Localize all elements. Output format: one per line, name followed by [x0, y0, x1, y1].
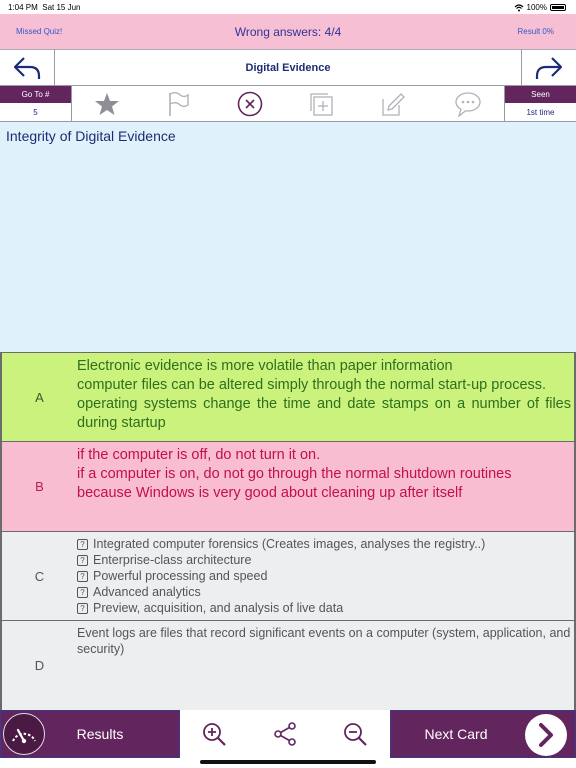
answer-letter: B — [35, 479, 44, 494]
answer-line: ? Enterprise-class architecture — [77, 552, 571, 568]
chevron-right-icon — [525, 714, 567, 756]
answer-line: if the computer is off, do not turn it o… — [77, 447, 321, 463]
answer-letter: A — [35, 390, 44, 405]
answer-line: because Windows is very good about clean… — [77, 485, 463, 501]
answer-line: operating systems change the time and da… — [77, 396, 571, 431]
star-icon[interactable] — [93, 90, 121, 118]
back-arrow-icon — [13, 57, 41, 79]
status-bar: 1:04 PM Sat 15 Jun 100% — [0, 0, 576, 14]
unknown-glyph-icon: ? — [77, 602, 88, 614]
edit-icon[interactable] — [379, 90, 407, 118]
flag-icon[interactable] — [164, 90, 192, 118]
quiz-header: Missed Quiz! Wrong answers: 4/4 Result 0… — [0, 14, 576, 50]
seen-value: 1st time — [526, 108, 555, 117]
status-right: 100% — [514, 3, 566, 12]
nav-row: Digital Evidence — [0, 50, 576, 86]
answer-line: ? Preview, acquisition, and analysis of l… — [77, 600, 571, 616]
unknown-glyph-icon: ? — [77, 538, 88, 550]
wrong-answers-count: Wrong answers: 4/4 — [234, 25, 342, 39]
question-panel: Integrity of Digital Evidence — [0, 122, 576, 352]
answer-a[interactable]: A Electronic evidence is more volatile t… — [0, 352, 576, 442]
answer-body: ? Integrated computer forensics (Creates … — [77, 536, 571, 619]
goto-label: Go To # — [0, 86, 71, 103]
seen-label: Seen — [505, 86, 576, 103]
page-title: Digital Evidence — [245, 62, 331, 74]
unknown-glyph-icon: ? — [77, 570, 88, 582]
answer-letter: D — [34, 658, 45, 673]
bottom-toolbar: Results Next Card — [0, 710, 576, 758]
goto-box[interactable]: Go To # 5 — [0, 86, 72, 122]
answer-c[interactable]: C ? Integrated computer forensics (Create… — [0, 531, 576, 621]
answer-line: ? Integrated computer forensics (Creates … — [77, 536, 571, 552]
unknown-glyph-icon: ? — [77, 554, 88, 566]
status-time: 1:04 PM Sat 15 Jun — [8, 3, 81, 12]
add-card-icon[interactable] — [307, 90, 335, 118]
forward-arrow-icon — [535, 57, 563, 79]
next-card-label: Next Card — [424, 726, 488, 742]
result-link[interactable]: Result 0% — [518, 27, 554, 36]
answer-body: Event logs are files that record signifi… — [77, 625, 571, 708]
results-button[interactable]: Results — [0, 710, 180, 758]
answer-d[interactable]: D Event logs are files that record signi… — [0, 620, 576, 712]
answer-line: computer files can be altered simply thr… — [77, 377, 547, 393]
answer-body: if the computer is off, do not turn it o… — [77, 446, 571, 529]
answer-line: if a computer is on, do not go through t… — [77, 466, 512, 482]
results-label: Results — [76, 726, 124, 742]
answer-line: ? Advanced analytics — [77, 584, 571, 600]
forward-button[interactable] — [521, 50, 576, 86]
battery-icon — [550, 4, 566, 11]
zoom-in-icon[interactable] — [200, 720, 228, 748]
comment-icon[interactable] — [454, 90, 482, 118]
battery-percent: 100% — [526, 3, 547, 12]
wifi-icon — [514, 3, 523, 11]
answer-line: Event logs are files that record signifi… — [77, 626, 571, 656]
tool-row: Go To # 5 Seen 1st time — [0, 86, 576, 122]
share-icon[interactable] — [271, 720, 299, 748]
home-indicator[interactable] — [200, 760, 376, 764]
seen-box: Seen 1st time — [504, 86, 576, 122]
answer-line: ? Powerful processing and speed — [77, 568, 571, 584]
answer-b[interactable]: B if the computer is off, do not turn it… — [0, 441, 576, 531]
back-button[interactable] — [0, 50, 55, 86]
next-card-button[interactable]: Next Card — [390, 710, 576, 758]
question-text: Integrity of Digital Evidence — [6, 128, 176, 144]
close-circle-icon[interactable] — [236, 90, 264, 118]
answer-body: Electronic evidence is more volatile tha… — [77, 357, 571, 440]
zoom-out-icon[interactable] — [341, 720, 369, 748]
unknown-glyph-icon: ? — [77, 586, 88, 598]
answer-letter: C — [34, 569, 45, 584]
goto-value[interactable]: 5 — [0, 103, 71, 122]
speedometer-icon — [3, 713, 45, 755]
answer-line: Electronic evidence is more volatile tha… — [77, 358, 453, 374]
